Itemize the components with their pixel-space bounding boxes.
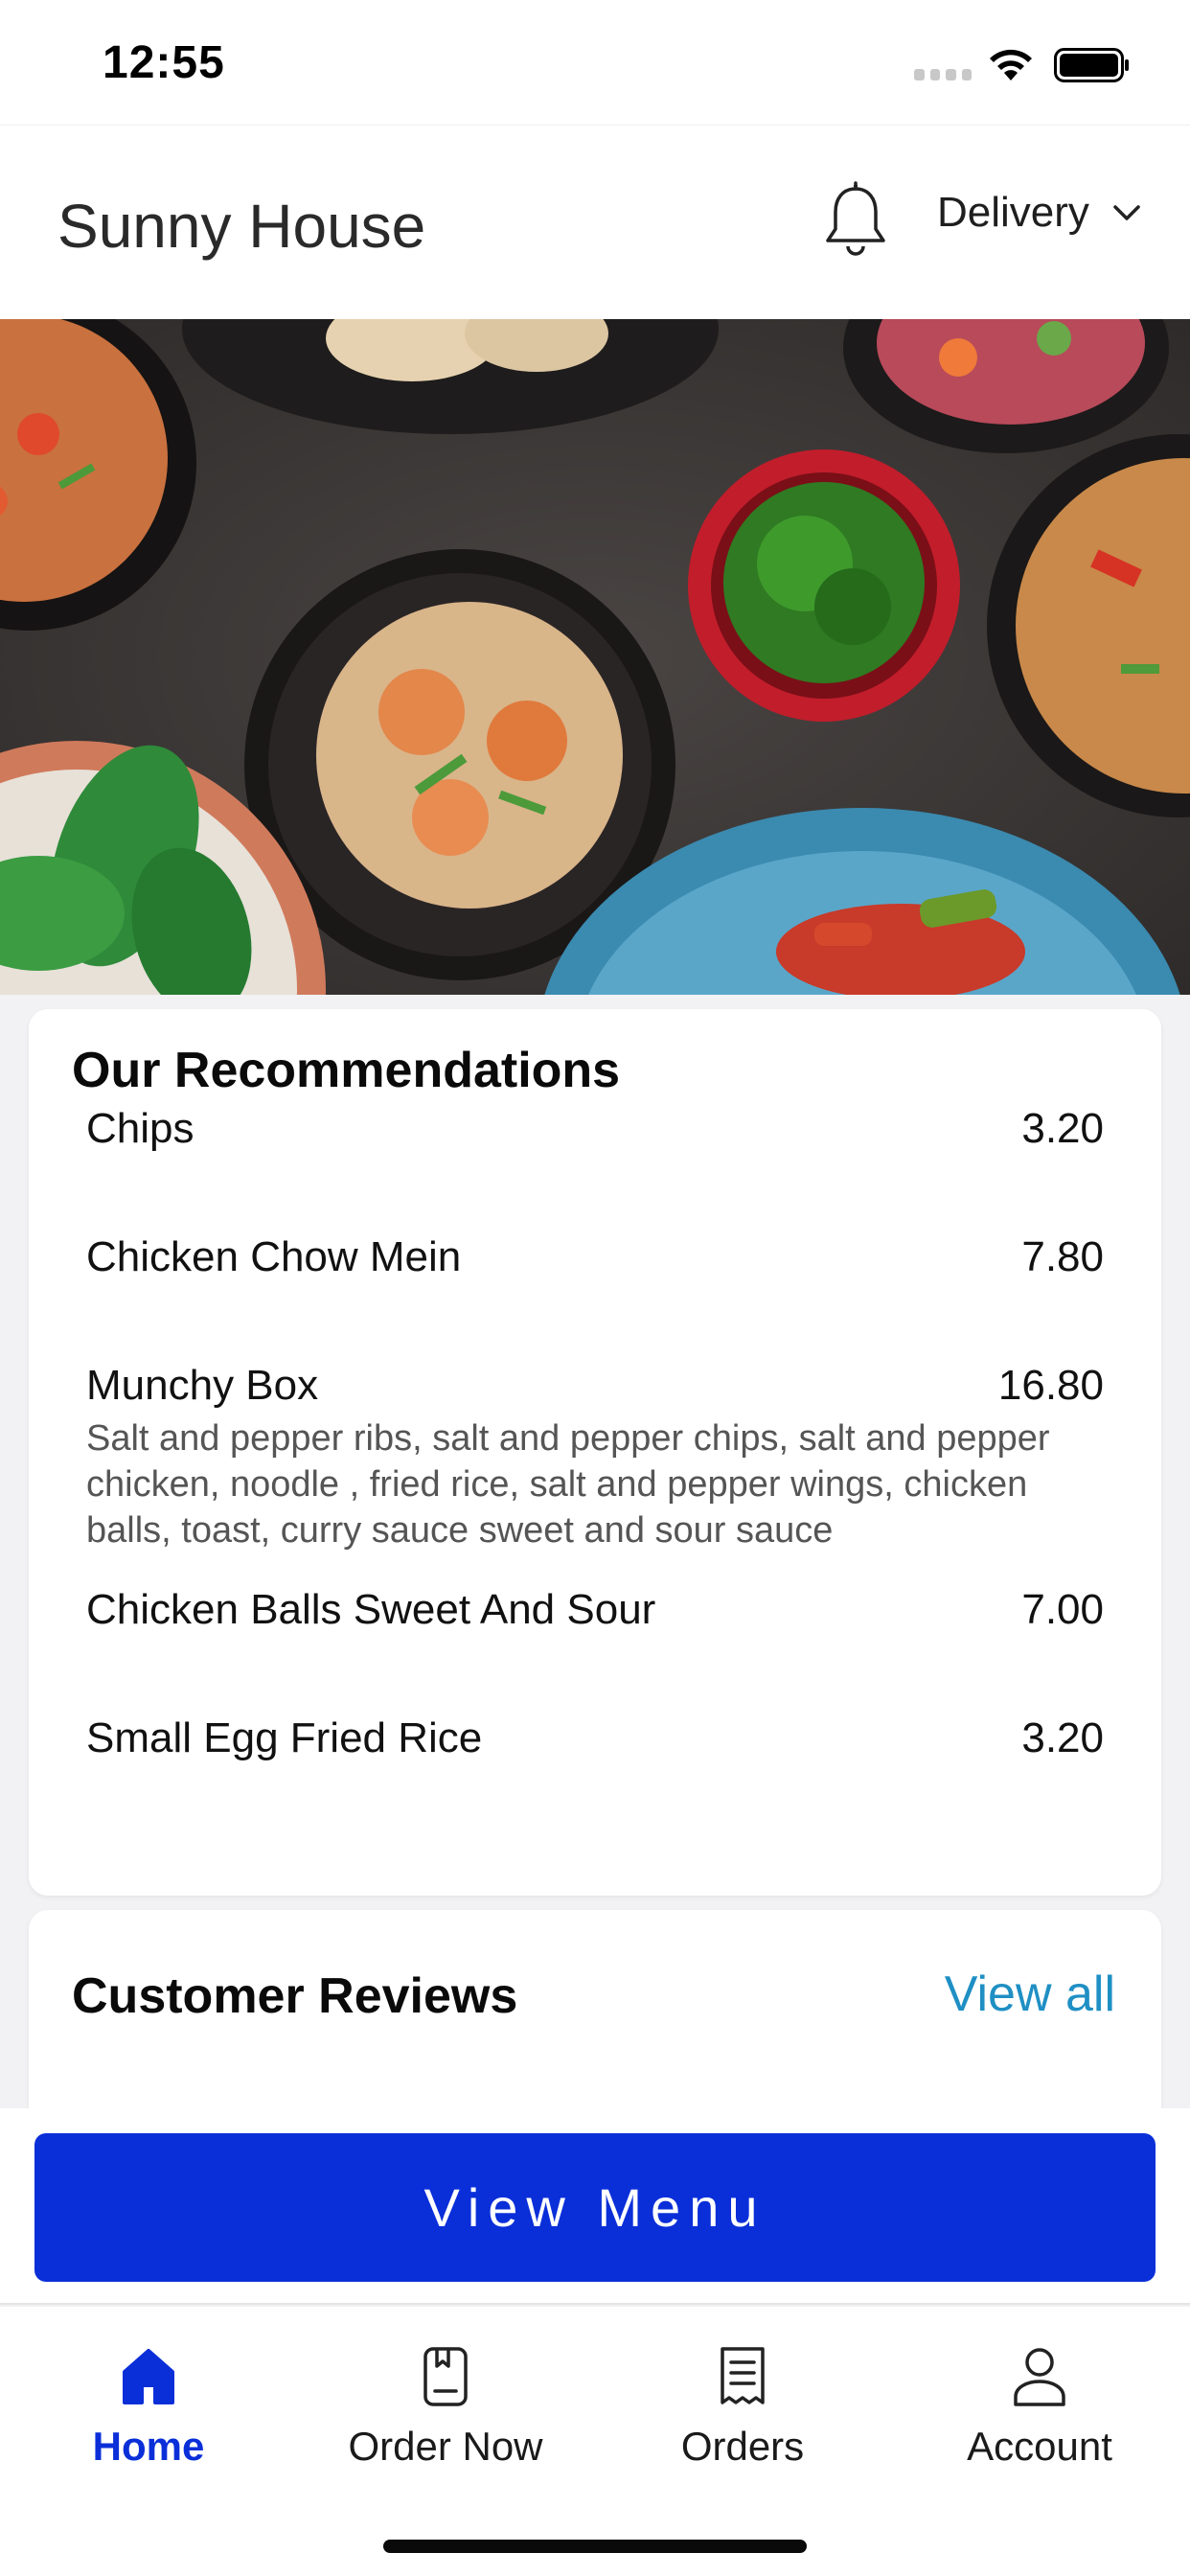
app-header: Sunny House Delivery (0, 125, 1190, 319)
view-all-reviews-link[interactable]: View all (945, 1966, 1115, 2023)
home-indicator[interactable] (383, 2540, 807, 2553)
food-bowls-illustration (0, 319, 1190, 995)
status-bar: 12:55 (0, 0, 1190, 125)
chevron-down-icon (1113, 205, 1140, 220)
hero-food-image (0, 319, 1190, 995)
menu-item-price: 7.00 (1021, 1586, 1104, 1633)
home-icon (123, 2349, 174, 2404)
menu-item-description: Salt and pepper ribs, salt and pepper ch… (86, 1418, 1050, 1551)
battery-icon (1054, 48, 1129, 82)
cellular-signal-icon (914, 69, 972, 80)
tab-order-now[interactable]: Order Now (297, 2345, 594, 2489)
menu-item-price: 16.80 (997, 1362, 1104, 1409)
menu-item-price: 3.20 (1021, 1714, 1104, 1761)
tab-orders[interactable]: Orders (594, 2345, 891, 2489)
menu-item[interactable]: Chicken Balls Sweet And Sour 7.00 (86, 1586, 1104, 1644)
bell-icon[interactable] (822, 181, 889, 258)
recommendations-card: Our Recommendations Chips 3.20 Chicken C… (29, 1009, 1161, 1896)
tab-home-label: Home (92, 2424, 205, 2469)
menu-item-name: Chicken Chow Mein (86, 1233, 462, 1280)
tab-order-now-label: Order Now (348, 2424, 543, 2469)
menu-item-price: 3.20 (1021, 1105, 1104, 1152)
menu-item[interactable]: Munchy Box 16.80 Salt and pepper ribs, s… (86, 1362, 1104, 1553)
view-menu-button[interactable]: View Menu (34, 2133, 1156, 2282)
recommendations-heading: Our Recommendations (72, 1043, 621, 1098)
app-screen: 12:55 Sunny House Delivery Our Recommend… (0, 0, 1190, 2576)
wifi-icon (990, 49, 1032, 80)
menu-item-name: Chicken Balls Sweet And Sour (86, 1586, 656, 1633)
delivery-mode-select[interactable]: Delivery (937, 189, 1141, 237)
order-book-icon (423, 2347, 468, 2406)
menu-item-name: Small Egg Fried Rice (86, 1714, 483, 1761)
tab-orders-label: Orders (680, 2424, 805, 2469)
tab-account[interactable]: Account (891, 2345, 1188, 2489)
status-time: 12:55 (103, 37, 225, 88)
bottom-tab-bar: Home Order Now Orders Account (0, 2307, 1190, 2576)
menu-item-name: Chips (86, 1105, 195, 1152)
menu-item[interactable]: Small Egg Fried Rice 3.20 (86, 1714, 1104, 1772)
tab-home[interactable]: Home (0, 2345, 297, 2489)
menu-item[interactable]: Chicken Chow Mein 7.80 (86, 1233, 1104, 1291)
reviews-heading: Customer Reviews (72, 1968, 518, 2024)
menu-item[interactable]: Chips 3.20 (86, 1105, 1104, 1162)
person-icon (1014, 2348, 1065, 2406)
receipt-icon (721, 2347, 765, 2404)
menu-item-price: 7.80 (1021, 1233, 1104, 1280)
delivery-mode-label: Delivery (937, 189, 1089, 236)
menu-item-name: Munchy Box (86, 1362, 319, 1409)
tab-account-label: Account (967, 2424, 1112, 2469)
bottom-action-area: View Menu (0, 2108, 1190, 2305)
restaurant-name: Sunny House (57, 192, 426, 261)
